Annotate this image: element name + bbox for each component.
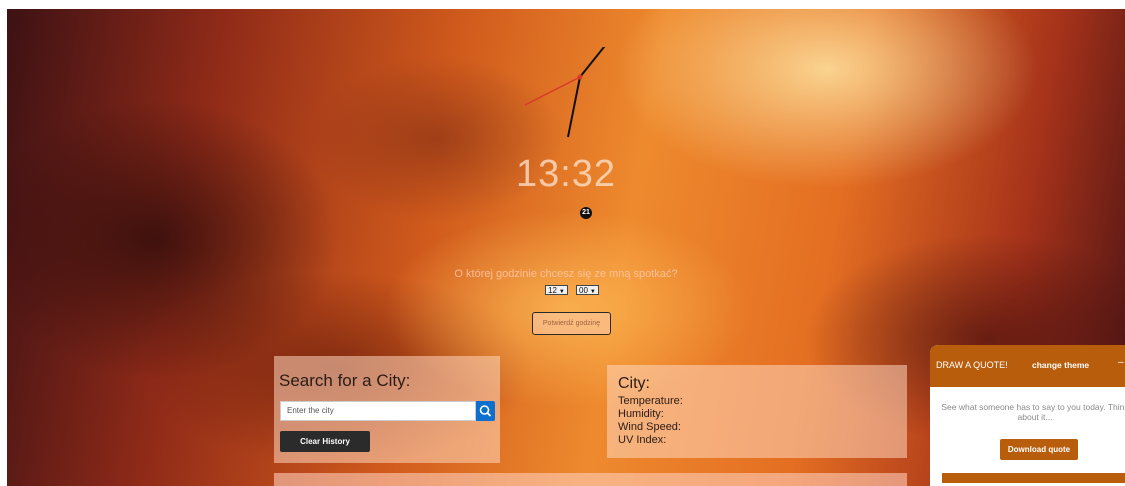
page-background: 13:32 21 O której godzinie chcesz się ze… (7, 9, 1125, 486)
download-quote-button[interactable]: Download quote (1000, 439, 1078, 460)
change-theme-button[interactable]: change theme (1032, 360, 1089, 370)
clock-hour-hand (567, 76, 581, 138)
hour-select-value: 12 (548, 286, 557, 295)
minute-select[interactable]: 00 ▼ (576, 285, 599, 295)
weather-uv-label: UV Index: (618, 434, 667, 446)
search-title: Search for a City: (279, 371, 411, 390)
meeting-question: O której godzinie chcesz się ze mną spot… (454, 268, 678, 280)
history-panel (274, 473, 907, 486)
search-input-placeholder: Enter the city (287, 406, 334, 415)
date-badge: 21 (580, 207, 592, 219)
chevron-down-icon: ▼ (589, 289, 596, 295)
quote-widget: DRAW A QUOTE! change theme – See what so… (930, 345, 1125, 486)
analog-clock (524, 47, 606, 138)
quote-title: DRAW A QUOTE! (936, 360, 1008, 370)
weather-humidity-label: Humidity: (618, 408, 664, 420)
search-icon (479, 405, 492, 417)
weather-temperature-label: Temperature: (618, 395, 683, 407)
search-panel: Search for a City: Enter the city Clear … (274, 356, 500, 463)
weather-wind-label: Wind Speed: (618, 421, 681, 433)
weather-city-label: City: (618, 375, 650, 392)
clock-minute-hand (579, 47, 606, 78)
chevron-down-icon: ▼ (558, 289, 565, 295)
quote-progress-bar (942, 473, 1125, 483)
quote-text: See what someone has to say to you today… (941, 402, 1125, 422)
weather-panel: City: Temperature: Humidity: Wind Speed:… (607, 365, 907, 458)
minimize-button[interactable]: – (1118, 357, 1124, 368)
quote-header: DRAW A QUOTE! change theme – (930, 345, 1125, 387)
clock-second-hand (524, 76, 581, 106)
confirm-time-button[interactable]: Potwierdź godzinę (532, 312, 611, 335)
clock-center (577, 74, 583, 80)
digital-time: 13:32 (515, 153, 617, 195)
hour-select[interactable]: 12 ▼ (545, 285, 568, 295)
clear-history-button[interactable]: Clear History (280, 431, 370, 452)
search-button[interactable] (476, 401, 495, 421)
minute-select-value: 00 (579, 286, 588, 295)
search-input[interactable]: Enter the city (280, 401, 476, 421)
